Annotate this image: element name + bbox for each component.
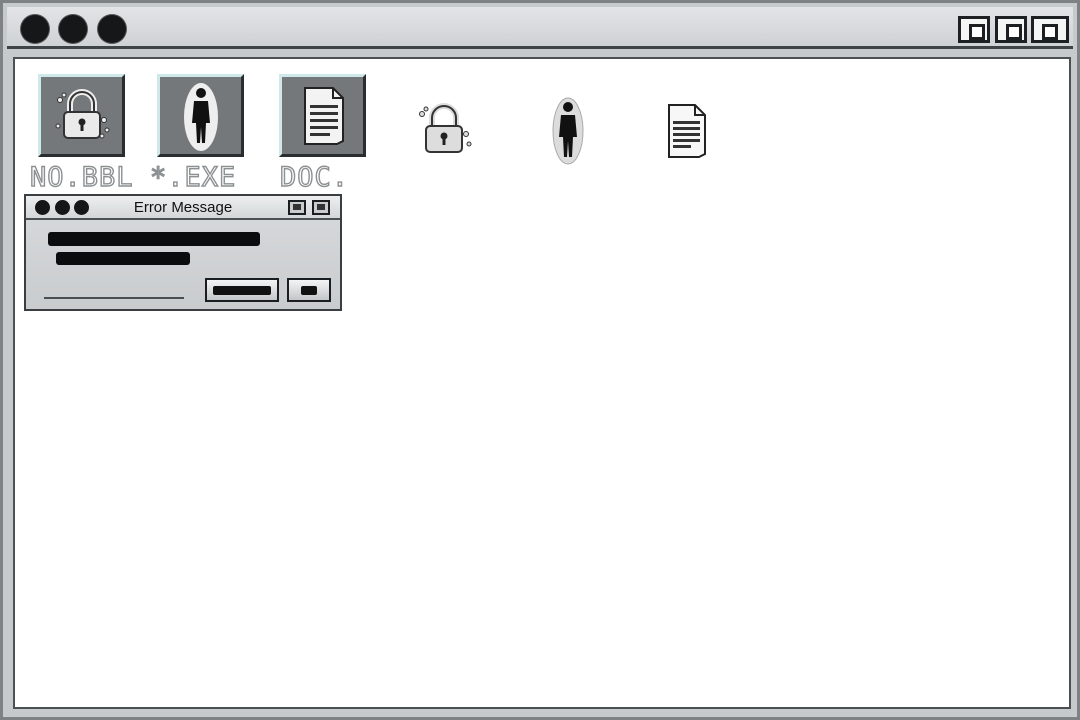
executable-desktop-icon[interactable]: [548, 94, 588, 171]
dialog-primary-button[interactable]: [205, 278, 279, 302]
document-icon-tile[interactable]: [279, 74, 366, 157]
document-label: DOC.: [279, 162, 350, 193]
close-button[interactable]: [21, 15, 49, 43]
dialog-secondary-button[interactable]: [287, 278, 331, 302]
lock-file-label: NO.BBL: [29, 162, 134, 193]
redacted-message-line-1: [48, 232, 260, 246]
person-icon: [552, 97, 584, 165]
lock-icon: [419, 103, 472, 153]
document-icon: [303, 86, 344, 145]
zoom-button[interactable]: [98, 15, 126, 43]
dialog-titlebar[interactable]: Error Message: [26, 196, 340, 220]
document-desktop-icon[interactable]: [663, 102, 711, 165]
executable-label: *.EXE: [149, 162, 237, 193]
dialog-window-control-1[interactable]: [288, 200, 306, 215]
document-icon: [668, 104, 706, 158]
window-control-2[interactable]: [995, 16, 1027, 43]
person-icon: [183, 82, 218, 151]
dialog-divider: [44, 297, 184, 299]
lock-file-icon-tile[interactable]: [38, 74, 125, 157]
minimize-button[interactable]: [59, 15, 87, 43]
redacted-message-line-2: [56, 252, 190, 265]
window-control-1[interactable]: [958, 16, 990, 43]
executable-icon-tile[interactable]: [157, 74, 244, 157]
window-titlebar[interactable]: [7, 7, 1073, 49]
lock-desktop-icon[interactable]: [414, 100, 474, 165]
lock-icon: [55, 88, 109, 139]
window-control-3[interactable]: [1031, 16, 1069, 43]
error-dialog: Error Message: [24, 194, 342, 311]
dialog-window-control-2[interactable]: [312, 200, 330, 215]
